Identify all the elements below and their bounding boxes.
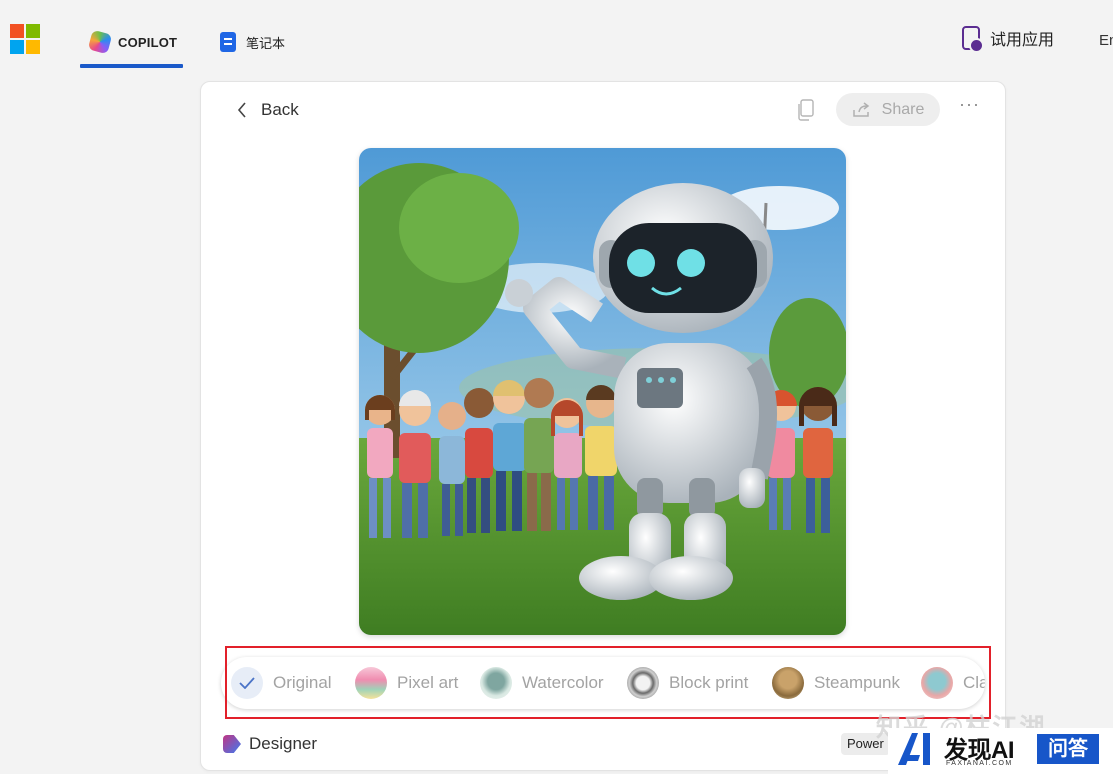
faxianai-url: FAXIANAI.COM	[946, 760, 1013, 767]
copilot-icon	[87, 29, 113, 55]
back-button[interactable]: Back	[237, 100, 299, 120]
share-icon	[852, 101, 869, 117]
designer-logo-icon	[223, 735, 241, 753]
share-button[interactable]: Share	[836, 93, 940, 126]
language-selector[interactable]: En	[1099, 32, 1113, 49]
more-options-button[interactable]: ···	[959, 94, 980, 115]
robot-with-children-illustration	[359, 148, 846, 635]
chevron-left-icon	[237, 102, 246, 118]
faxianai-watermark: 发现AI FAXIANAI.COM 问答	[888, 728, 1113, 774]
back-label: Back	[261, 100, 299, 119]
tab-notebook-label: 笔记本	[246, 35, 286, 51]
active-tab-indicator	[80, 64, 183, 68]
try-app-label: 试用应用	[990, 32, 1055, 49]
image-detail-card: Back Share ··· Original Pixel art Waterc…	[200, 81, 1006, 771]
try-app-button[interactable]: 试用应用	[962, 26, 1055, 53]
mobile-app-icon	[962, 26, 984, 53]
notebook-icon	[220, 32, 236, 52]
top-navigation-bar: COPILOT 笔记本 试用应用 En	[0, 0, 1113, 75]
microsoft-logo[interactable]	[10, 24, 40, 54]
copy-icon[interactable]	[797, 99, 815, 121]
tab-copilot[interactable]: COPILOT	[87, 29, 178, 55]
share-label: Share	[881, 100, 925, 118]
tab-copilot-label: COPILOT	[118, 34, 178, 50]
designer-branding[interactable]: Designer	[223, 734, 317, 754]
faxianai-logo-icon	[898, 733, 930, 765]
designer-label: Designer	[249, 734, 318, 753]
generated-image[interactable]	[359, 148, 846, 635]
tab-notebook[interactable]: 笔记本	[220, 30, 285, 54]
faxianai-qa-badge: 问答	[1037, 734, 1099, 764]
